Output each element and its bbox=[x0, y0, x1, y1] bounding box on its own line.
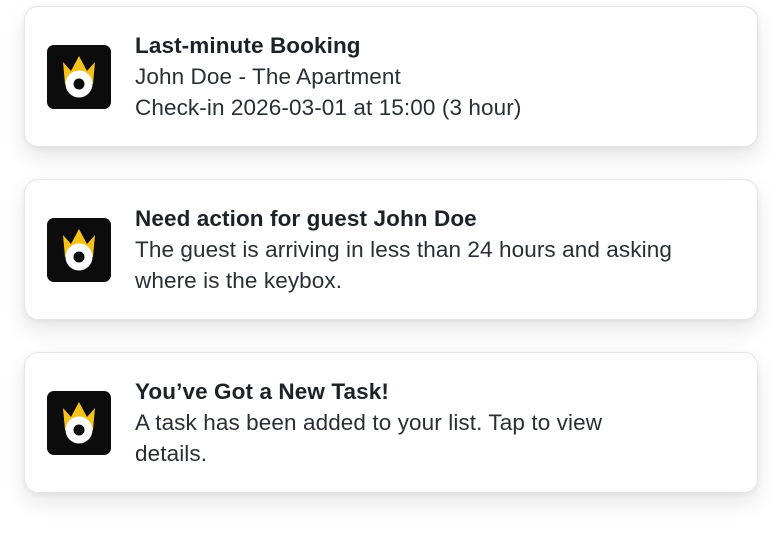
notification-title: Need action for guest John Doe bbox=[135, 206, 477, 231]
notification-body-line: John Doe - The Apartment bbox=[135, 64, 401, 89]
crown-eye-logo-icon bbox=[47, 217, 111, 282]
notification-body-line: A task has been added to your list. Tap … bbox=[135, 410, 603, 435]
crown-eye-logo-icon bbox=[47, 44, 111, 109]
notification-body-line: Check-in 2026-03-01 at 15:00 (3 hour) bbox=[135, 95, 522, 120]
notification-body-line: The guest is arriving in less than 24 ho… bbox=[135, 237, 672, 262]
notification-body-line: where is the keybox. bbox=[135, 268, 343, 293]
notification-card-last-minute-booking[interactable]: Last-minute Booking John Doe - The Apart… bbox=[24, 6, 758, 147]
notification-card-new-task[interactable]: You’ve Got a New Task! A task has been a… bbox=[24, 352, 758, 493]
notification-content: You’ve Got a New Task! A task has been a… bbox=[135, 376, 602, 469]
notification-body-line: details. bbox=[135, 441, 208, 466]
crown-eye-logo-icon bbox=[47, 390, 111, 455]
notification-content: Need action for guest John Doe The guest… bbox=[135, 203, 672, 296]
notification-stack: Last-minute Booking John Doe - The Apart… bbox=[0, 0, 782, 535]
notification-content: Last-minute Booking John Doe - The Apart… bbox=[135, 30, 521, 123]
notification-title: You’ve Got a New Task! bbox=[135, 379, 389, 404]
notification-card-guest-action[interactable]: Need action for guest John Doe The guest… bbox=[24, 179, 758, 320]
notification-title: Last-minute Booking bbox=[135, 33, 361, 58]
